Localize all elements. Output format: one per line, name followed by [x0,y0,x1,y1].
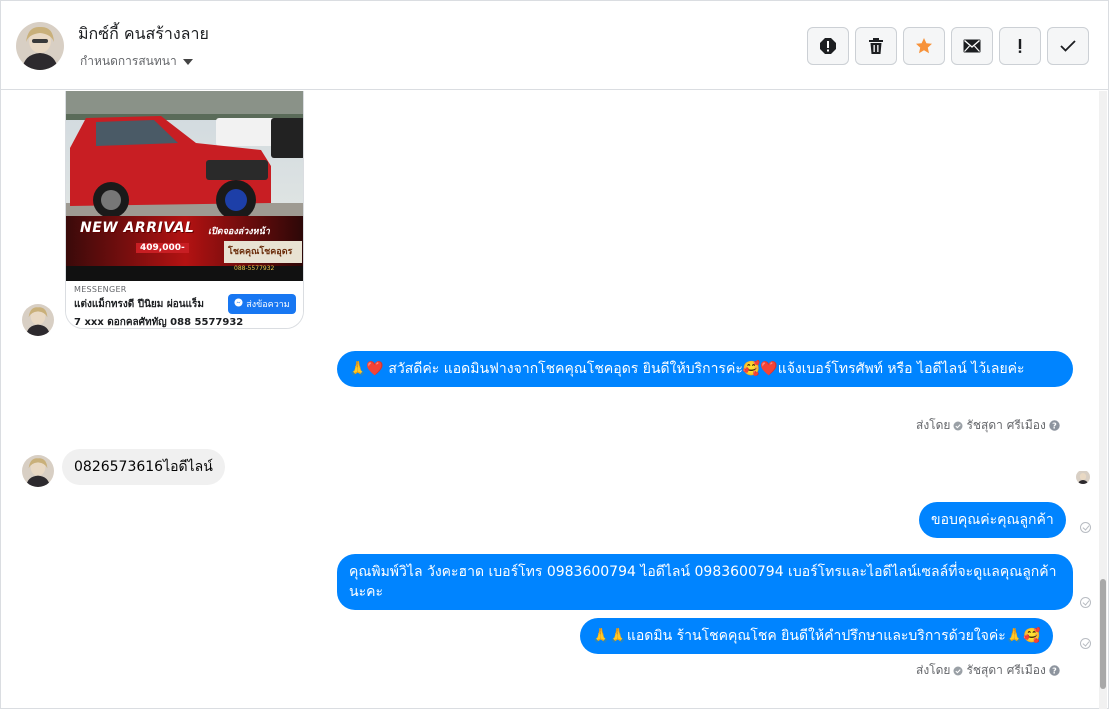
send-message-button[interactable]: ส่งข้อความ [228,294,296,314]
chevron-down-icon [182,58,193,65]
mark-done-button[interactable] [1047,27,1089,65]
conversation-settings-label: กำหนดการสนทนา [80,54,177,68]
scrollbar-thumb[interactable] [1100,579,1106,689]
exclamation-icon [1017,38,1023,54]
report-icon [819,37,837,55]
message-thread[interactable]: NEW ARRIVAL เปิดจองล่วงหน้า 409,000- โชค… [1,91,1099,709]
star-icon [915,37,933,55]
contact-avatar-small [22,304,54,336]
messenger-icon [234,298,243,310]
header-toolbar [807,27,1089,65]
shared-post-card[interactable]: NEW ARRIVAL เปิดจองล่วงหน้า 409,000- โชค… [65,91,304,329]
badge-new-arrival: NEW ARRIVAL [80,220,195,236]
message-bubble-outgoing[interactable]: 🙏❤️ สวัสดีค่ะ แอดมินฟางจากโชคคุณโชคอุดร … [337,351,1073,387]
mark-unread-button[interactable] [951,27,993,65]
car-photo[interactable]: NEW ARRIVAL เปิดจองล่วงหน้า 409,000- โชค… [66,91,303,281]
card-title: แต่งแม็กทรงดี ปีนิยม ผ่อนแร็ม [74,299,204,310]
card-footer: MESSENGER แต่งแม็กทรงดี ปีนิยม ผ่อนแร็ม … [66,281,303,328]
badge-preorder: เปิดจองล่วงหน้า [208,227,270,237]
sent-by-prefix: ส่งโดย [916,418,951,432]
delivered-icon [1080,597,1091,608]
help-icon[interactable]: ? [1049,665,1060,676]
check-circle-icon [953,666,963,676]
message-bubble-incoming[interactable]: 0826573616ไอดีไลน์ [62,449,225,485]
trash-icon [868,37,884,55]
message-bubble-outgoing[interactable]: 🙏🙏แอดมิน ร้านโชคคุณโชค ยินดีให้คำปรึกษาแ… [580,618,1053,654]
contact-name[interactable]: มิกซ์กี้ คนสร้างลาย [78,22,209,47]
shop-tag: โชคคุณโชคอุดร [228,247,293,257]
card-source: MESSENGER [74,285,127,294]
help-icon[interactable]: ? [1049,420,1060,431]
delivered-icon [1080,638,1091,649]
messenger-window: มิกซ์กี้ คนสร้างลาย กำหนดการสนทนา NEW AR… [0,0,1109,709]
delete-button[interactable] [855,27,897,65]
check-circle-icon [953,421,963,431]
price-tag: 409,000- [136,243,189,253]
send-message-label: ส่งข้อความ [246,300,290,310]
mail-icon [963,39,981,53]
svg-text:?: ? [1052,421,1057,430]
thread-scrollbar[interactable] [1099,91,1107,709]
mark-spam-button[interactable] [999,27,1041,65]
svg-text:?: ? [1052,666,1057,675]
seen-avatar [1076,470,1090,484]
conversation-settings-dropdown[interactable]: กำหนดการสนทนา [80,52,193,71]
card-subtitle: 7 xxx ดอกคลศัททัญ 088 5577932 [74,317,244,328]
message-bubble-outgoing[interactable]: คุณพิมพ์วิไล วังคะฮาด เบอร์โทร 098360079… [337,554,1073,610]
star-button[interactable] [903,27,945,65]
check-icon [1060,40,1076,52]
message-bubble-outgoing[interactable]: ขอบคุณค่ะคุณลูกค้า [919,502,1066,538]
conversation-header: มิกซ์กี้ คนสร้างลาย กำหนดการสนทนา [1,1,1108,90]
sent-by-label: ส่งโดย รัชสุดา ศรีเมือง ? [916,661,1060,680]
sent-by-name[interactable]: รัชสุดา ศรีเมือง [966,661,1045,680]
contact-avatar-small [22,455,54,487]
phone-tag: 088-5577932 [234,265,275,272]
sent-by-name[interactable]: รัชสุดา ศรีเมือง [966,416,1045,435]
sent-by-prefix: ส่งโดย [916,663,951,677]
delivered-icon [1080,522,1091,533]
contact-avatar[interactable] [16,22,64,70]
report-button[interactable] [807,27,849,65]
sent-by-label: ส่งโดย รัชสุดา ศรีเมือง ? [916,416,1060,435]
